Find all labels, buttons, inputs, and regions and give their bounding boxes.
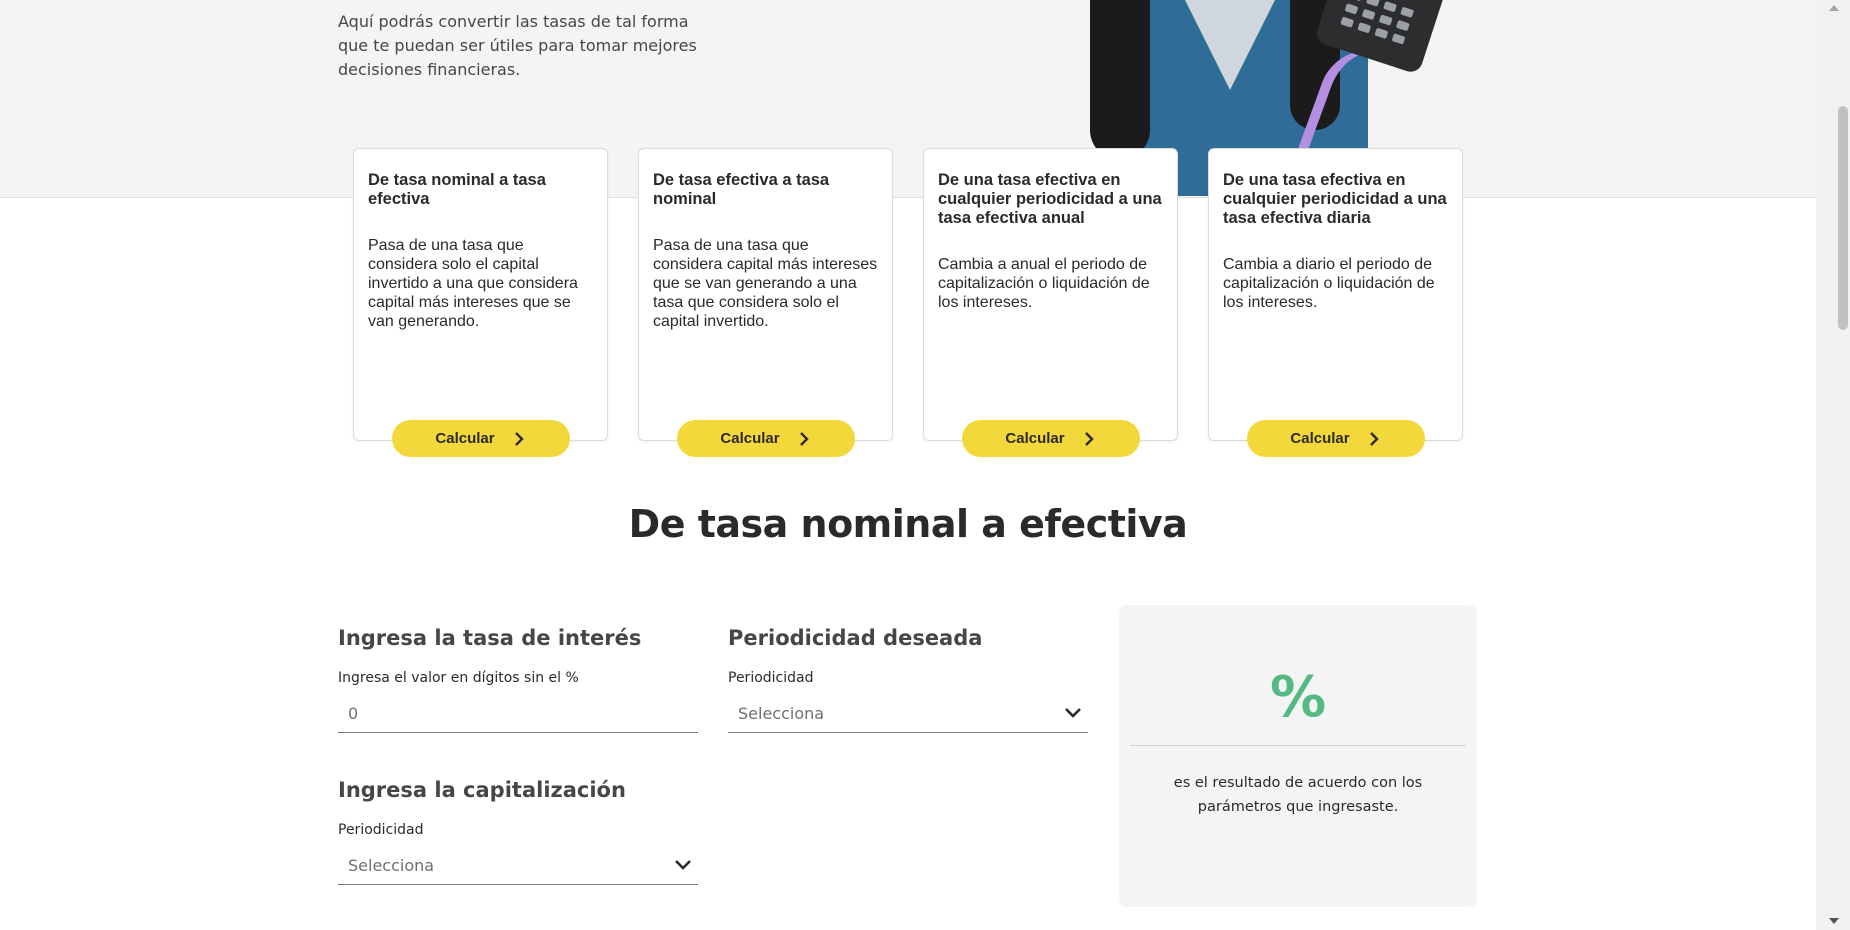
desired-periodicity-label: Periodicidad	[728, 670, 814, 686]
result-description: es el resultado de acuerdo con los parám…	[1173, 775, 1423, 815]
chevron-right-icon	[1369, 431, 1379, 446]
capitalization-heading: Ingresa la capitalización	[338, 778, 626, 802]
capitalization-label: Periodicidad	[338, 822, 424, 838]
chevron-down-icon	[1065, 708, 1081, 718]
result-value: %	[1269, 665, 1327, 730]
chevron-right-icon	[1084, 431, 1094, 446]
page-scrollbar[interactable]	[1816, 0, 1850, 930]
calculator-title: De tasa nominal a efectiva	[628, 502, 1188, 546]
button-label: Calcular	[720, 430, 780, 447]
button-label: Calcular	[1005, 430, 1065, 447]
card-title: De tasa efectiva a tasa nominal	[653, 171, 830, 208]
desired-periodicity-select[interactable]: Selecciona	[728, 694, 1088, 733]
card-title: De una tasa efectiva en cualquier period…	[938, 171, 1162, 227]
chevron-right-icon	[514, 431, 524, 446]
select-value: Selecciona	[738, 703, 825, 723]
scroll-thumb[interactable]	[1838, 106, 1848, 330]
calcular-button[interactable]: Calcular	[1247, 420, 1425, 457]
card-title: De una tasa efectiva en cualquier period…	[1223, 171, 1447, 227]
chevron-down-icon	[675, 860, 691, 870]
card-description: Cambia a anual el periodo de capitalizac…	[938, 256, 1150, 311]
rate-input-placeholder: 0	[348, 703, 359, 723]
rate-label: Ingresa el valor en dígitos sin el %	[338, 670, 579, 686]
calcular-button[interactable]: Calcular	[962, 420, 1140, 457]
result-panel: % es el resultado de acuerdo con los par…	[1119, 605, 1477, 907]
card-description: Cambia a diario el periodo de capitaliza…	[1223, 256, 1435, 311]
select-value: Selecciona	[348, 855, 435, 875]
scroll-up-icon[interactable]	[1829, 5, 1839, 11]
scroll-down-icon[interactable]	[1829, 918, 1839, 924]
rate-heading: Ingresa la tasa de interés	[338, 626, 642, 650]
capitalization-select[interactable]: Selecciona	[338, 846, 698, 885]
chevron-right-icon	[799, 431, 809, 446]
card-description: Pasa de una tasa que considera solo el c…	[368, 237, 578, 330]
card-effective-to-daily: De una tasa efectiva en cualquier period…	[1208, 148, 1463, 441]
desired-periodicity-heading: Periodicidad deseada	[728, 626, 983, 650]
calcular-button[interactable]: Calcular	[392, 420, 570, 457]
card-effective-to-nominal: De tasa efectiva a tasa nominal Pasa de …	[638, 148, 893, 441]
divider	[1130, 745, 1466, 746]
card-effective-to-annual: De una tasa efectiva en cualquier period…	[923, 148, 1178, 441]
rate-input[interactable]: 0	[338, 694, 698, 733]
hero-banner: Aquí podrás convertir las tasas de tal f…	[0, 0, 1816, 198]
calcular-button[interactable]: Calcular	[677, 420, 855, 457]
card-nominal-to-effective: De tasa nominal a tasa efectiva Pasa de …	[353, 148, 608, 441]
hero-description: Aquí podrás convertir las tasas de tal f…	[338, 12, 697, 79]
card-title: De tasa nominal a tasa efectiva	[368, 171, 546, 208]
button-label: Calcular	[1290, 430, 1350, 447]
button-label: Calcular	[435, 430, 495, 447]
card-description: Pasa de una tasa que considera capital m…	[653, 237, 878, 330]
